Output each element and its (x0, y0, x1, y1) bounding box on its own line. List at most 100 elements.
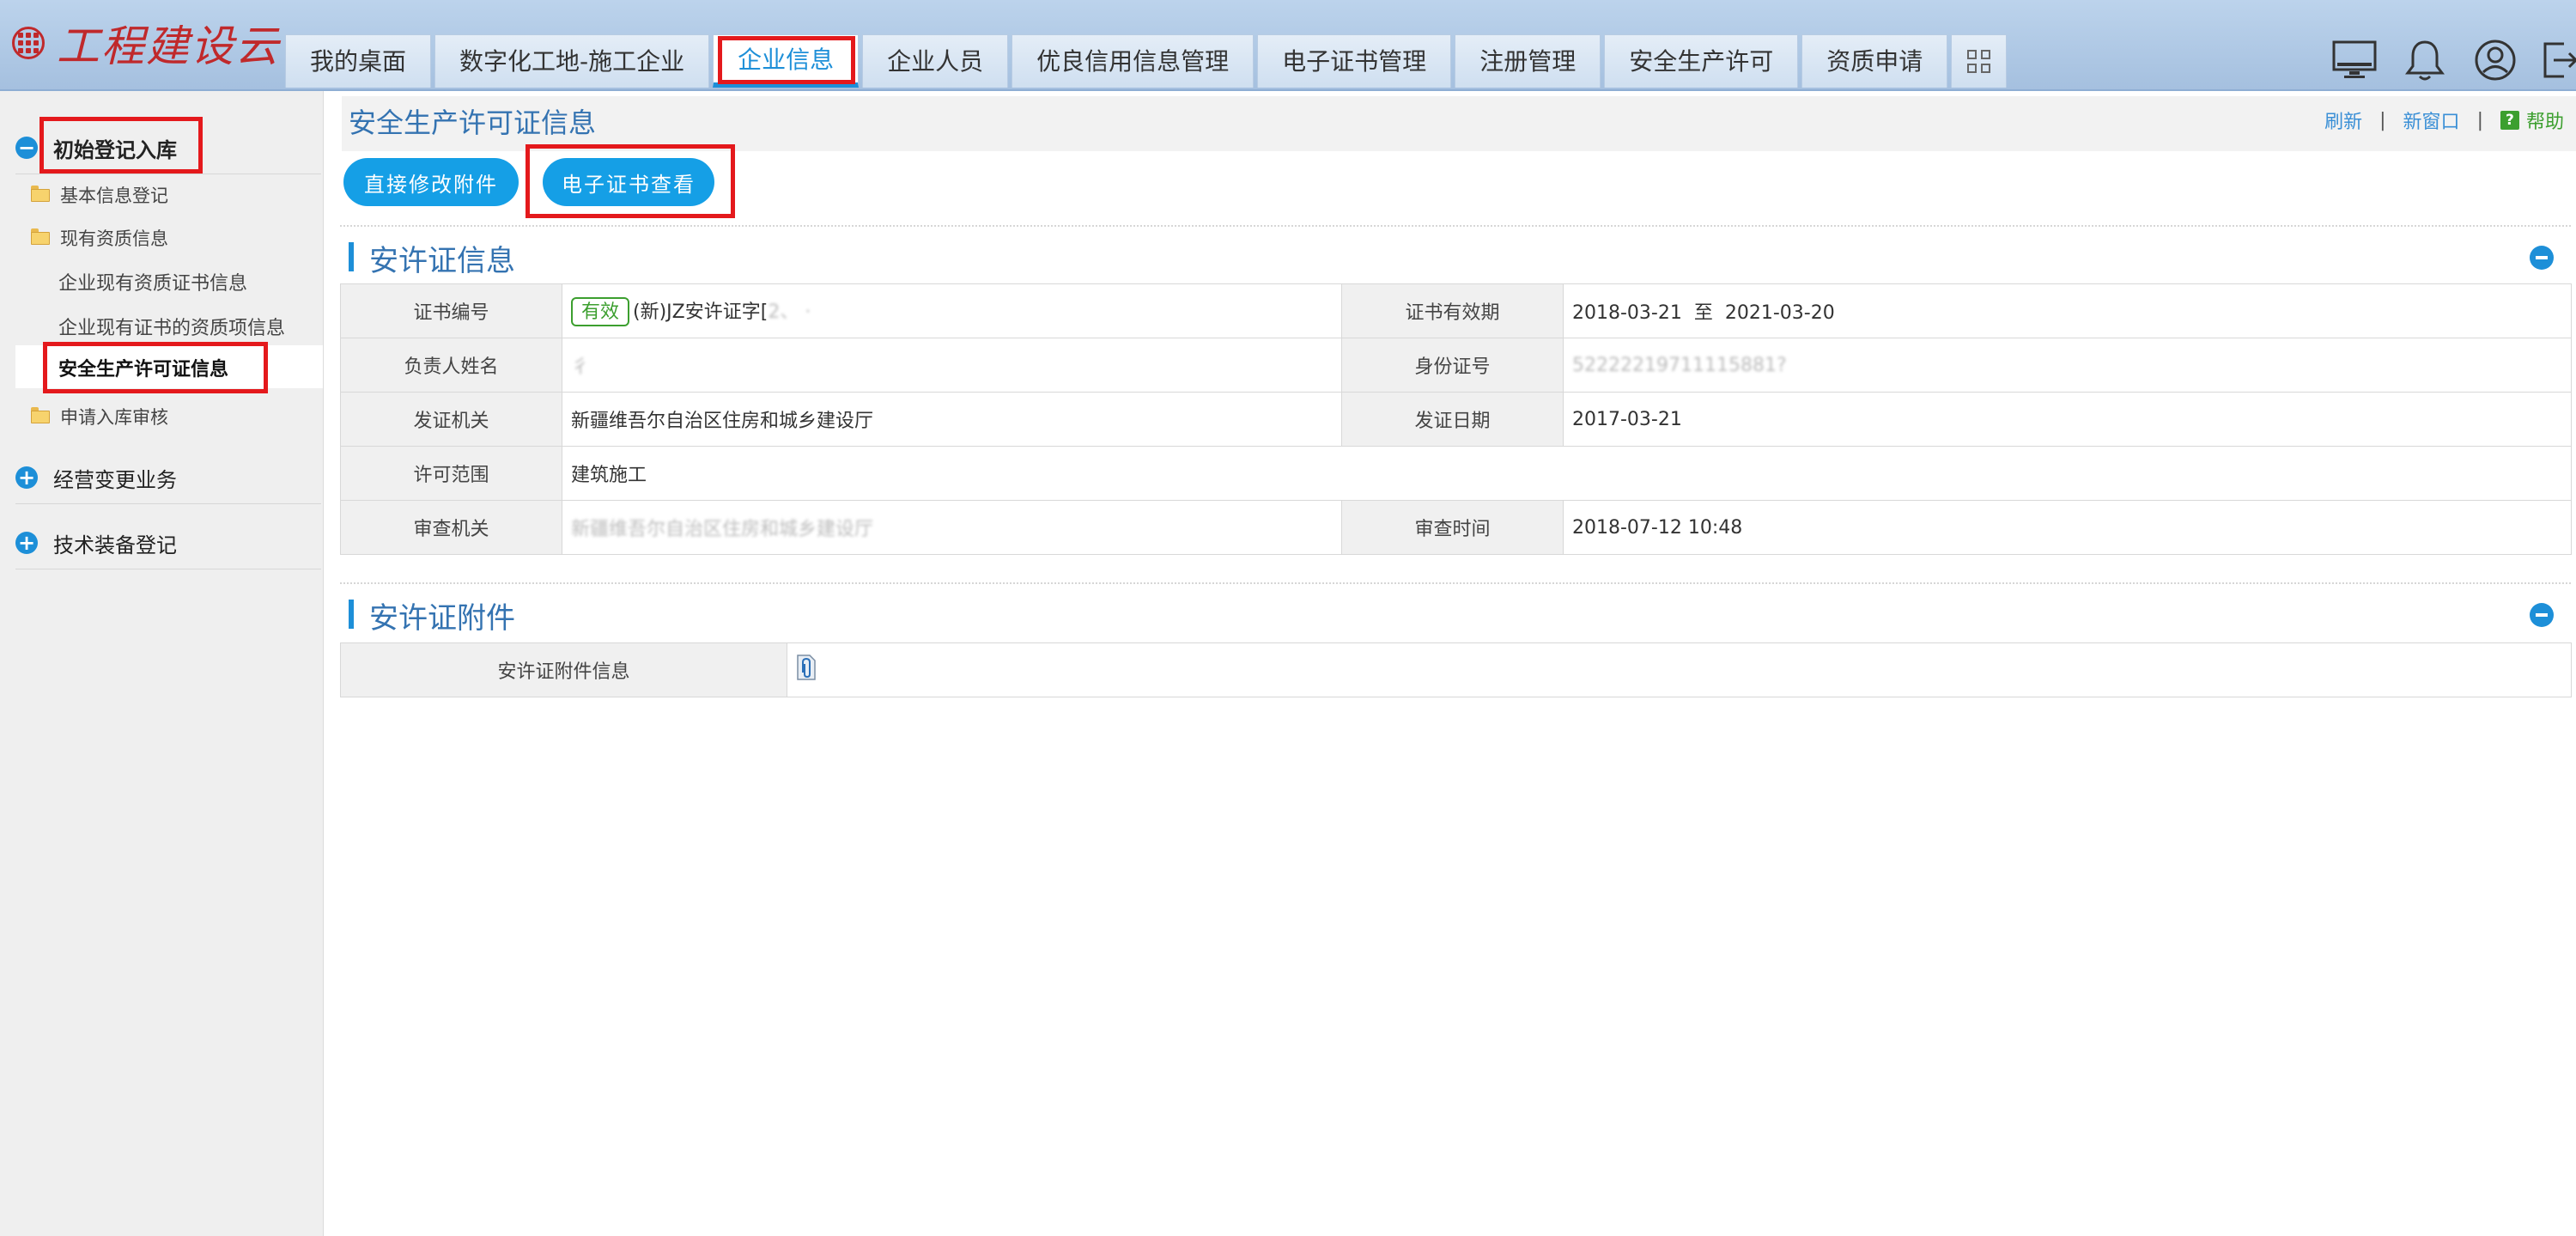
logout-icon[interactable] (2542, 36, 2576, 84)
app-logo-text: 工程建设云 (57, 21, 280, 71)
tab-e-cert[interactable]: 电子证书管理 (1257, 34, 1452, 88)
issuer-label: 发证机关 (340, 392, 562, 447)
cert-no-label: 证书编号 (340, 283, 562, 338)
collapse-panel-icon[interactable] (2530, 246, 2554, 270)
folder-icon (31, 407, 50, 423)
issue-date-label: 发证日期 (1341, 392, 1564, 447)
view-e-cert-button[interactable]: 电子证书查看 (543, 158, 714, 206)
sidebar-item-review[interactable]: 申请入库审核 (31, 399, 168, 435)
page-title: 安全生产许可证信息 (349, 107, 597, 139)
refresh-link[interactable]: 刷新 (2324, 107, 2362, 134)
tab-my-desktop[interactable]: 我的桌面 (285, 34, 432, 88)
app-logo[interactable]: 工程建设云 (12, 17, 280, 71)
user-icon[interactable] (2471, 36, 2519, 84)
sidebar-item-safety-license[interactable]: 安全生产许可证信息 (58, 349, 228, 387)
collapse-icon[interactable]: − (15, 137, 38, 159)
sidebar-section-tech-equipment[interactable]: + 技术装备登记 (15, 519, 177, 567)
attachment-cell (787, 642, 2572, 697)
tab-qualification-apply[interactable]: 资质申请 (1801, 34, 1948, 88)
link-separator: | (2379, 109, 2386, 131)
table-row: 负责人姓名 彳 身份证号 52222219711115881? (340, 338, 2572, 393)
sidebar-section-label: 初始登记入库 (53, 137, 177, 162)
sidebar-item-basic-info[interactable]: 基本信息登记 (31, 177, 168, 213)
table-row: 安许证附件信息 (340, 642, 2572, 697)
sidebar-section-label: 经营变更业务 (53, 467, 177, 492)
validity-cell: 2018-03-21 至 2021-03-20 (1563, 283, 2572, 338)
app-menu-icon[interactable] (12, 27, 45, 59)
person-value-text: 彳 (571, 356, 591, 378)
help-link[interactable]: 帮助 (2526, 107, 2564, 134)
review-time-label: 审查时间 (1341, 500, 1564, 555)
collapse-panel-icon[interactable] (2530, 603, 2554, 627)
expand-icon[interactable]: + (15, 532, 38, 554)
more-apps-tab[interactable] (1951, 34, 2008, 88)
validity-end: 2021-03-20 (1724, 302, 1835, 324)
top-right-icons (2308, 34, 2576, 86)
cert-no-masked: 2、 · (768, 301, 811, 323)
sidebar-section-initial-registration[interactable]: − 初始登记入库 (15, 124, 177, 172)
help-icon[interactable]: ? (2500, 111, 2519, 130)
table-row: 发证机关 新疆维吾尔自治区住房和城乡建设厅 发证日期 2017-03-21 (340, 392, 2572, 447)
sidebar-divider (15, 503, 321, 504)
expand-icon[interactable]: + (15, 466, 38, 489)
license-info-panel-header: 安许证信息 (340, 225, 2571, 282)
panel-accent (349, 600, 354, 629)
link-separator: | (2476, 109, 2483, 131)
table-row: 审查机关 新疆维吾尔自治区住房和城乡建设厅 审查时间 2018-07-12 10… (340, 500, 2572, 555)
main-nav-tabs: 我的桌面 数字化工地-施工企业 企业信息 企业人员 优良信用信息管理 电子证书管… (285, 34, 2010, 89)
id-value-text: 52222219711115881? (1572, 354, 1787, 376)
person-label: 负责人姓名 (340, 338, 562, 393)
sidebar-item-qualification-info[interactable]: 现有资质信息 (31, 220, 168, 256)
new-window-link[interactable]: 新窗口 (2403, 107, 2460, 134)
panel-title: 安许证信息 (369, 244, 515, 278)
validity-to: 至 (1693, 302, 1713, 324)
sidebar-item-label: 申请入库审核 (60, 407, 168, 428)
title-bar (342, 96, 2576, 151)
attachment-table: 安许证附件信息 (340, 642, 2572, 697)
tab-credit-info[interactable]: 优良信用信息管理 (1012, 34, 1255, 88)
id-label: 身份证号 (1341, 338, 1564, 393)
attachment-label: 安许证附件信息 (340, 642, 787, 697)
sidebar-item-cert-info[interactable]: 企业现有资质证书信息 (58, 263, 247, 301)
cert-no-value: (新)JZ安许证字[ (633, 301, 769, 323)
bell-icon[interactable] (2401, 36, 2449, 84)
review-org-text: 新疆维吾尔自治区住房和城乡建设厅 (571, 519, 874, 540)
attachment-icon[interactable] (796, 654, 816, 680)
tab-enterprise-info[interactable]: 企业信息 (713, 34, 860, 88)
sidebar: − 初始登记入库 基本信息登记 现有资质信息 企业现有资质证书信息 企业现有证书… (0, 91, 324, 1236)
scope-value: 建筑施工 (562, 446, 2572, 501)
tab-registration[interactable]: 注册管理 (1455, 34, 1601, 88)
review-time-value: 2018-07-12 10:48 (1563, 500, 2572, 555)
attachment-panel-header: 安许证附件 (340, 582, 2571, 639)
monitor-icon[interactable] (2330, 36, 2379, 84)
page-links: 刷新 | 新窗口 | ? 帮助 (2324, 107, 2564, 134)
panel-accent (349, 242, 354, 271)
folder-icon (31, 186, 50, 202)
tab-safety-license[interactable]: 安全生产许可 (1604, 34, 1799, 88)
edit-attachment-button[interactable]: 直接修改附件 (343, 158, 519, 206)
sidebar-item-label: 基本信息登记 (60, 186, 168, 206)
sidebar-section-business-change[interactable]: + 经营变更业务 (15, 454, 177, 502)
status-badge: 有效 (571, 296, 630, 326)
review-org-value: 新疆维吾尔自治区住房和城乡建设厅 (562, 500, 1342, 555)
top-bar: 工程建设云 我的桌面 数字化工地-施工企业 企业信息 企业人员 优良信用信息管理… (0, 0, 2576, 91)
tab-digital-site[interactable]: 数字化工地-施工企业 (434, 34, 710, 88)
id-value: 52222219711115881? (1563, 338, 2572, 393)
tab-enterprise-staff[interactable]: 企业人员 (862, 34, 1009, 88)
validity-label: 证书有效期 (1341, 283, 1564, 338)
table-row: 许可范围 建筑施工 (340, 446, 2572, 501)
cert-no-cell: 有效 (新)JZ安许证字[2、 · (562, 283, 1342, 338)
review-org-label: 审查机关 (340, 500, 562, 555)
scope-label: 许可范围 (340, 446, 562, 501)
issue-date-value: 2017-03-21 (1563, 392, 2572, 447)
table-row: 证书编号 有效 (新)JZ安许证字[2、 · 证书有效期 2018-03-21 至… (340, 283, 2572, 338)
issuer-value: 新疆维吾尔自治区住房和城乡建设厅 (562, 392, 1342, 447)
validity-start: 2018-03-21 (1572, 302, 1682, 324)
sidebar-section-label: 技术装备登记 (53, 533, 177, 557)
sidebar-item-label: 现有资质信息 (60, 228, 168, 249)
license-info-table: 证书编号 有效 (新)JZ安许证字[2、 · 证书有效期 2018-03-21 至… (340, 283, 2572, 555)
app-grid-icon (1967, 50, 1991, 73)
panel-title: 安许证附件 (369, 601, 515, 636)
folder-icon (31, 228, 50, 245)
sidebar-item-cert-items[interactable]: 企业现有证书的资质项信息 (58, 307, 285, 345)
